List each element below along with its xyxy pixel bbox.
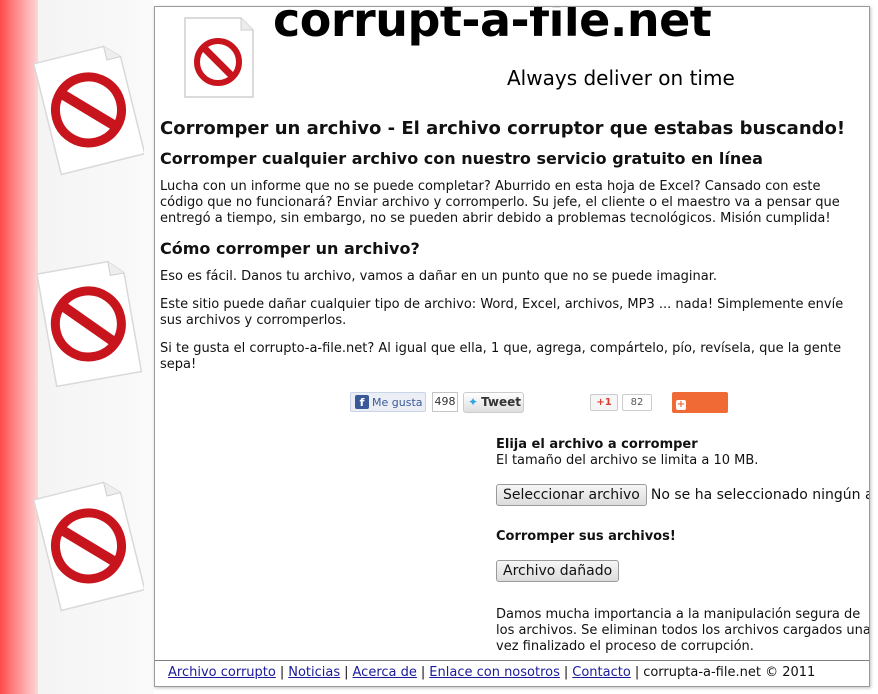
corrupt-file-button[interactable]: Archivo dañado xyxy=(496,560,620,582)
site-title: corrupt-a-file.net xyxy=(273,6,712,47)
prohibition-document-icon xyxy=(32,481,144,612)
corrupt-files-heading: Corromper sus archivos! xyxy=(496,529,676,544)
choose-file-label: Elija el archivo a corromper xyxy=(496,437,698,452)
footer-separator: | xyxy=(279,665,285,680)
facebook-like-count: 498 xyxy=(432,392,458,412)
intro-paragraph: Lucha con un informe que no se puede com… xyxy=(160,179,840,226)
like-paragraph: Si te gusta el corrupto-a-file.net? Al i… xyxy=(160,341,842,372)
how-to-heading: Cómo corromper un archivo? xyxy=(160,239,420,258)
tweet-label: Tweet xyxy=(481,395,522,409)
prohibition-document-icon xyxy=(36,260,143,388)
facebook-like-button[interactable]: f Me gusta xyxy=(350,392,426,412)
facebook-like-label: Me gusta xyxy=(372,396,423,409)
footer-separator: | xyxy=(344,665,349,680)
footer-link-about[interactable]: Acerca de xyxy=(353,665,417,680)
footer-link-news[interactable]: Noticias xyxy=(288,665,340,680)
easy-paragraph: Eso es fácil. Danos tu archivo, vamos a … xyxy=(160,269,718,284)
upload-form: Elija el archivo a corromper El tamaño d… xyxy=(496,437,870,655)
share-button[interactable]: + Share xyxy=(672,392,728,430)
footer-link-link-with-us[interactable]: Enlace con nosotros xyxy=(429,665,560,680)
select-file-button[interactable]: Seleccionar archivo xyxy=(496,484,647,506)
google-plus-label: +1 xyxy=(596,397,612,408)
google-plus-count: 82 xyxy=(622,394,652,411)
prohibition-document-icon xyxy=(32,45,144,176)
share-label: Share xyxy=(672,416,712,430)
tweet-button[interactable]: ✦ Tweet xyxy=(463,392,524,413)
corrupt-button-row: Archivo dañado xyxy=(496,560,869,582)
footer-separator: | xyxy=(420,665,426,680)
footer-copyright: corrupta-a-file.net © 2011 xyxy=(643,665,816,680)
logo-icon xyxy=(184,17,254,98)
plus-icon: + xyxy=(676,399,686,410)
footer: Archivo corrupto | Noticias | Acerca de | Enla… xyxy=(155,660,869,686)
footer-link-contact[interactable]: Contacto xyxy=(572,665,631,680)
social-bar: f Me gusta 498 ✦ Tweet +1 82 + Share xyxy=(350,392,750,430)
main-content: Corromper un archivo - El archivo corrup… xyxy=(160,118,860,385)
footer-separator: | xyxy=(634,665,640,680)
decorative-sidebar xyxy=(32,0,154,694)
main-page: corrupt-a-file.net Always deliver on tim… xyxy=(154,6,870,687)
no-file-selected-text: No se ha seleccionado ningún archivo xyxy=(650,487,869,503)
facebook-icon: f xyxy=(355,395,369,409)
security-note: Damos mucha importancia a la manipulació… xyxy=(496,607,870,654)
footer-separator: | xyxy=(563,665,569,680)
file-types-paragraph: Este sitio puede dañar cualquier tipo de… xyxy=(160,297,844,328)
footer-link-corrupt-file[interactable]: Archivo corrupto xyxy=(168,665,276,680)
page-heading: Corromper un archivo - El archivo corrup… xyxy=(160,118,846,139)
file-input-row: Seleccionar archivo No se ha seleccionado… xyxy=(496,484,869,506)
size-limit-text: El tamaño del archivo se limita a 10 MB. xyxy=(496,453,759,468)
twitter-bird-icon: ✦ xyxy=(468,395,479,409)
site-tagline: Always deliver on time xyxy=(507,66,735,90)
service-heading: Corromper cualquier archivo con nuestro … xyxy=(160,149,763,168)
google-plus-button[interactable]: +1 xyxy=(590,394,618,411)
